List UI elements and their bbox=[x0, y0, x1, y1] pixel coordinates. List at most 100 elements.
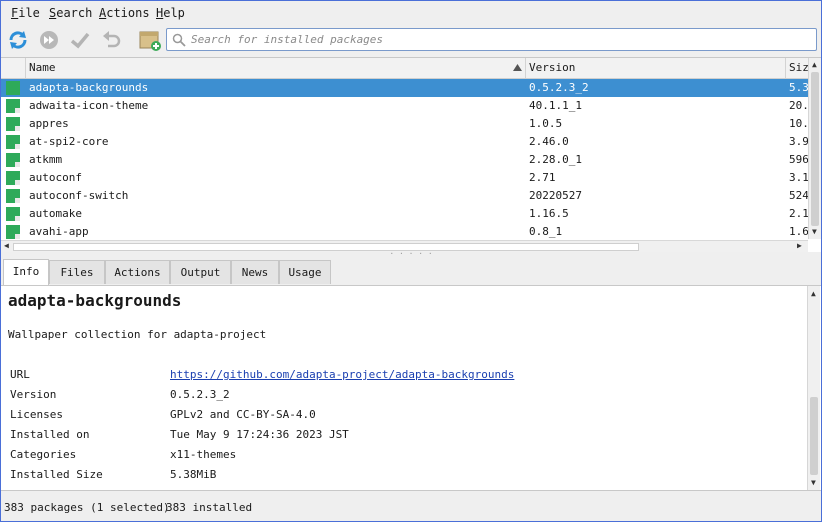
package-icon bbox=[6, 99, 20, 113]
tab-files[interactable]: Files bbox=[49, 260, 105, 284]
field-value-installed-size: 5.38MiB bbox=[170, 468, 217, 481]
row-name: appres bbox=[29, 117, 69, 130]
header-icon-column bbox=[1, 58, 25, 78]
search-box bbox=[166, 28, 817, 51]
row-size: 596 bbox=[789, 153, 808, 166]
row-version: 0.5.2.3_2 bbox=[529, 81, 589, 94]
row-name: adapta-backgrounds bbox=[29, 81, 149, 94]
row-size: 524 bbox=[789, 189, 808, 202]
row-version: 0.8_1 bbox=[529, 225, 563, 238]
row-name: atkmm bbox=[29, 153, 63, 166]
package-icon bbox=[6, 189, 20, 203]
upgrade-all-button[interactable] bbox=[36, 27, 62, 53]
status-package-count: 383 packages (1 selected) bbox=[4, 501, 170, 514]
row-name: at-spi2-core bbox=[29, 135, 109, 148]
field-label-installed-on: Installed on bbox=[10, 428, 90, 441]
info-scroll-up-arrow-icon[interactable]: ▲ bbox=[811, 289, 816, 299]
statusbar: 383 packages (1 selected) 383 installed bbox=[1, 497, 821, 519]
refresh-button[interactable] bbox=[5, 27, 31, 53]
column-header-name[interactable]: Name bbox=[25, 58, 525, 78]
field-label-licenses: Licenses bbox=[10, 408, 63, 421]
field-label-installed-size: Installed Size bbox=[10, 468, 103, 481]
refresh-icon bbox=[9, 31, 27, 49]
row-size: 3.1 bbox=[789, 171, 808, 184]
menu-help[interactable]: Help bbox=[156, 6, 185, 20]
tab-actions[interactable]: Actions bbox=[105, 260, 170, 284]
package-icon bbox=[6, 225, 20, 239]
package-icon bbox=[6, 207, 20, 221]
scroll-up-arrow-icon[interactable]: ▲ bbox=[812, 60, 817, 70]
search-icon bbox=[172, 33, 186, 47]
table-row[interactable]: automake 1.16.5 2.1 bbox=[1, 205, 808, 223]
toolbar bbox=[1, 25, 821, 55]
row-version: 20220527 bbox=[529, 189, 582, 202]
field-value-categories: x11-themes bbox=[170, 448, 237, 461]
tab-news[interactable]: News bbox=[231, 260, 279, 284]
table-row[interactable]: appres 1.0.5 10. bbox=[1, 115, 808, 133]
install-local-button[interactable] bbox=[137, 27, 163, 53]
menubar: File Search Actions Help bbox=[1, 1, 821, 23]
apply-button[interactable] bbox=[67, 27, 93, 53]
info-vertical-scroll-thumb[interactable] bbox=[810, 397, 818, 475]
list-header: Name Version Size bbox=[1, 58, 808, 79]
field-label-version: Version bbox=[10, 388, 57, 401]
row-size: 20. bbox=[789, 99, 808, 112]
row-version: 2.46.0 bbox=[529, 135, 569, 148]
row-version: 1.16.5 bbox=[529, 207, 569, 220]
list-vertical-scrollbar[interactable]: ▲ ▼ bbox=[808, 58, 821, 239]
row-version: 40.1.1_1 bbox=[529, 99, 582, 112]
table-row[interactable]: autoconf-switch 20220527 524 bbox=[1, 187, 808, 205]
app-window: File Search Actions Help Search for inst… bbox=[0, 0, 822, 522]
package-icon bbox=[6, 135, 20, 149]
url-link[interactable]: https://github.com/adapta-project/adapta… bbox=[170, 368, 514, 381]
info-scroll-down-arrow-icon[interactable]: ▼ bbox=[811, 478, 816, 488]
package-icon bbox=[6, 81, 20, 95]
list-horizontal-scroll-thumb[interactable] bbox=[13, 243, 639, 251]
sort-ascending-icon bbox=[513, 64, 522, 71]
fast-forward-icon bbox=[40, 31, 58, 49]
list-vertical-scroll-thumb[interactable] bbox=[811, 72, 819, 226]
table-row[interactable]: at-spi2-core 2.46.0 3.9 bbox=[1, 133, 808, 151]
menu-actions[interactable]: Actions bbox=[99, 6, 150, 20]
scroll-down-arrow-icon[interactable]: ▼ bbox=[812, 227, 817, 237]
row-size: 3.9 bbox=[789, 135, 808, 148]
info-panel: adapta-backgrounds Wallpaper collection … bbox=[1, 285, 821, 491]
scroll-left-arrow-icon[interactable]: ◀ bbox=[4, 241, 9, 251]
column-header-size[interactable]: Size bbox=[785, 58, 808, 78]
package-icon bbox=[6, 117, 20, 131]
row-version: 2.28.0_1 bbox=[529, 153, 582, 166]
field-value-installed-on: Tue May 9 17:24:36 2023 JST bbox=[170, 428, 349, 441]
field-value-licenses: GPLv2 and CC-BY-SA-4.0 bbox=[170, 408, 316, 421]
row-size: 2.1 bbox=[789, 207, 808, 220]
row-version: 2.71 bbox=[529, 171, 556, 184]
field-value-version: 0.5.2.3_2 bbox=[170, 388, 230, 401]
menu-file[interactable]: File bbox=[11, 6, 40, 20]
pane-splitter-handle[interactable]: · · · · · bbox=[1, 250, 821, 259]
package-icon bbox=[6, 171, 20, 185]
undo-icon bbox=[103, 31, 121, 48]
row-name: adwaita-icon-theme bbox=[29, 99, 149, 112]
undo-button[interactable] bbox=[98, 27, 124, 53]
table-row[interactable]: autoconf 2.71 3.1 bbox=[1, 169, 808, 187]
row-size: 5.3 bbox=[789, 81, 808, 94]
menu-search[interactable]: Search bbox=[49, 6, 92, 20]
table-row[interactable]: atkmm 2.28.0_1 596 bbox=[1, 151, 808, 169]
package-description: Wallpaper collection for adapta-project bbox=[8, 328, 267, 341]
row-name: automake bbox=[29, 207, 82, 220]
tab-info[interactable]: Info bbox=[3, 259, 49, 285]
package-list: Name Version Size adapta-backgrounds 0.5… bbox=[1, 57, 821, 252]
table-row[interactable]: adapta-backgrounds 0.5.2.3_2 5.3 bbox=[1, 79, 808, 97]
info-vertical-scrollbar[interactable]: ▲ ▼ bbox=[807, 286, 820, 490]
search-input[interactable] bbox=[191, 31, 791, 48]
table-row[interactable]: adwaita-icon-theme 40.1.1_1 20. bbox=[1, 97, 808, 115]
tab-usage[interactable]: Usage bbox=[279, 260, 331, 284]
table-row[interactable]: avahi-app 0.8_1 1.6 bbox=[1, 223, 808, 239]
row-name: autoconf bbox=[29, 171, 82, 184]
column-header-version[interactable]: Version bbox=[525, 58, 785, 78]
row-size: 10. bbox=[789, 117, 808, 130]
detail-tabs: Info Files Actions Output News Usage bbox=[1, 259, 821, 285]
field-label-categories: Categories bbox=[10, 448, 77, 461]
scroll-right-arrow-icon[interactable]: ▶ bbox=[797, 241, 802, 251]
tab-output[interactable]: Output bbox=[170, 260, 231, 284]
install-local-icon bbox=[139, 31, 161, 51]
